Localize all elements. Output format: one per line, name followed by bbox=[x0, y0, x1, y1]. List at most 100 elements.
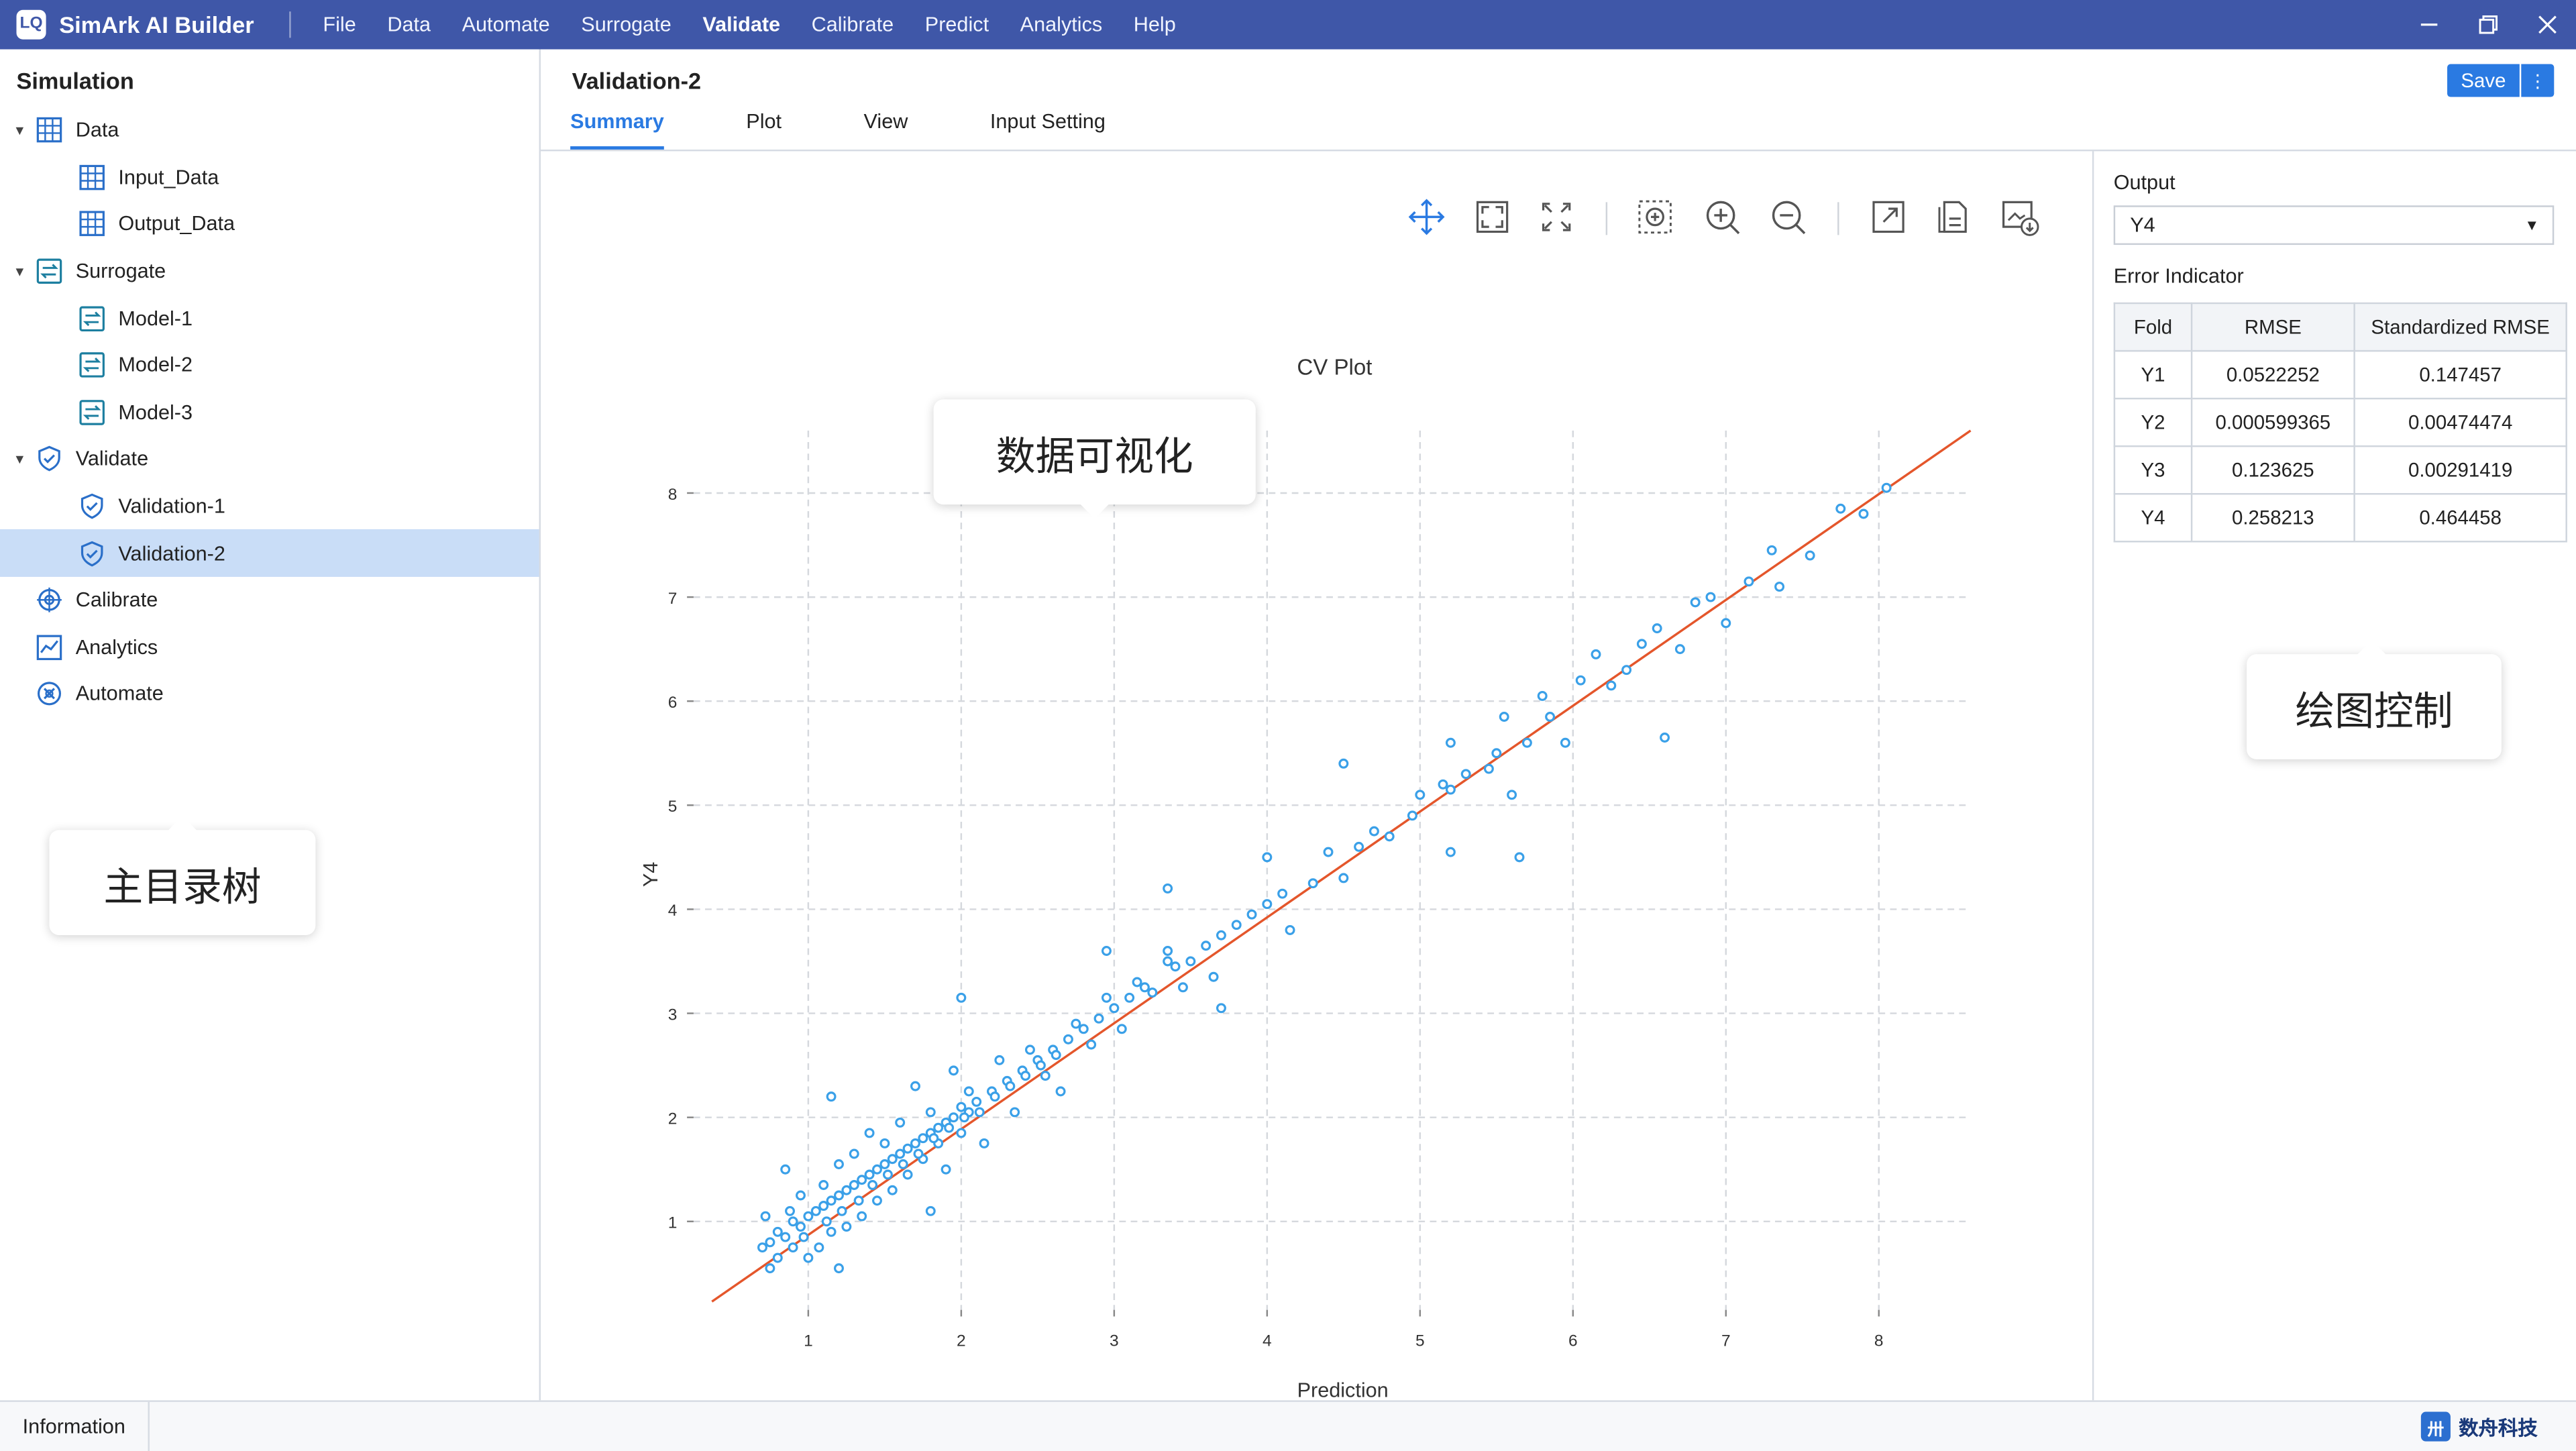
menu-divider bbox=[289, 11, 291, 38]
data-point bbox=[857, 1175, 867, 1185]
data-point bbox=[1507, 790, 1517, 800]
box-zoom-icon[interactable] bbox=[1635, 197, 1675, 237]
data-point bbox=[785, 1205, 796, 1216]
callout-main-tree: 主目录树 bbox=[49, 816, 316, 936]
save-button[interactable]: Save bbox=[2447, 64, 2520, 97]
y-tick-label: 5 bbox=[668, 798, 678, 816]
download-image-icon[interactable] bbox=[2000, 197, 2040, 237]
table-row[interactable]: Y3 0.123625 0.00291419 bbox=[2113, 445, 2567, 495]
menu-item-help[interactable]: Help bbox=[1118, 13, 1191, 36]
menu-item-data[interactable]: Data bbox=[372, 13, 446, 36]
data-point bbox=[1109, 1003, 1120, 1014]
fit-line bbox=[711, 429, 1972, 1303]
cv-plot[interactable]: 1 2 3 4 5 6 7 8 1 2 3 4 5 6 7 8 CV Plot Prediction Y4 bbox=[541, 151, 2092, 1400]
target-icon bbox=[36, 587, 62, 613]
menu-item-validate[interactable]: Validate bbox=[687, 13, 796, 36]
autoscale-icon[interactable] bbox=[1537, 197, 1576, 237]
minimize-icon[interactable] bbox=[2400, 0, 2459, 50]
menu-item-surrogate[interactable]: Surrogate bbox=[566, 13, 687, 36]
data-point bbox=[760, 1211, 771, 1222]
tab-plot[interactable]: Plot bbox=[746, 110, 782, 146]
data-point bbox=[1132, 977, 1142, 987]
data-point bbox=[1591, 649, 1601, 659]
tree-item-label: Validate bbox=[75, 447, 149, 471]
zoom-out-icon[interactable] bbox=[1768, 197, 1808, 237]
table-cell: Y1 bbox=[2113, 350, 2193, 400]
tree-item-analytics[interactable]: Analytics bbox=[0, 624, 539, 671]
tree-item-calibrate[interactable]: Calibrate bbox=[0, 577, 539, 624]
data-point bbox=[1216, 1003, 1226, 1014]
x-tick-label: 6 bbox=[1568, 1332, 1578, 1350]
data-point bbox=[1338, 873, 1349, 883]
data-point bbox=[826, 1195, 837, 1206]
company-name: 数舟科技 bbox=[2459, 1415, 2538, 1439]
tree-item-model-2[interactable]: Model-2 bbox=[0, 342, 539, 389]
save-group: Save ⋮ bbox=[2447, 64, 2555, 97]
close-icon[interactable] bbox=[2518, 0, 2576, 50]
tab-view[interactable]: View bbox=[864, 110, 908, 146]
tree-item-model-3[interactable]: Model-3 bbox=[0, 389, 539, 436]
tab-input-setting[interactable]: Input Setting bbox=[990, 110, 1106, 146]
menu-item-file[interactable]: File bbox=[307, 13, 372, 36]
data-point bbox=[834, 1190, 844, 1201]
tree-item-data[interactable]: ▼ Data bbox=[0, 107, 539, 154]
menu-item-analytics[interactable]: Analytics bbox=[1004, 13, 1118, 36]
information-tab[interactable]: Information bbox=[0, 1401, 150, 1451]
data-point bbox=[1071, 1018, 1081, 1029]
data-point bbox=[910, 1081, 920, 1091]
tree-item-validation-1[interactable]: Validation-1 bbox=[0, 483, 539, 530]
data-point bbox=[879, 1159, 890, 1169]
data-point bbox=[1460, 769, 1471, 780]
menu-item-automate[interactable]: Automate bbox=[446, 13, 566, 36]
tree-item-surrogate[interactable]: ▼ Surrogate bbox=[0, 248, 539, 294]
data-point bbox=[1262, 852, 1273, 863]
data-point bbox=[841, 1185, 852, 1195]
data-point bbox=[814, 1242, 824, 1253]
table-row[interactable]: Y4 0.258213 0.464458 bbox=[2113, 493, 2567, 543]
y-tick-label: 3 bbox=[668, 1006, 678, 1024]
data-point bbox=[818, 1201, 829, 1212]
tree-item-output-data[interactable]: Output_Data bbox=[0, 201, 539, 248]
data-point bbox=[1216, 930, 1226, 941]
restore-icon[interactable] bbox=[2459, 0, 2518, 50]
pan-icon[interactable] bbox=[1407, 197, 1446, 237]
zoom-in-icon[interactable] bbox=[1703, 197, 1742, 237]
status-bar: Information 卅 数舟科技 bbox=[0, 1400, 2576, 1451]
y-tick-label: 1 bbox=[668, 1214, 678, 1232]
data-point bbox=[1323, 847, 1334, 857]
tree-item-input-data[interactable]: Input_Data bbox=[0, 154, 539, 201]
tree-item-validation-2[interactable]: Validation-2 bbox=[0, 529, 539, 577]
table-row[interactable]: Y1 0.0522252 0.147457 bbox=[2113, 350, 2567, 400]
right-panel: Output Y4 ▼ Error Indicator Fold RMSE Stan… bbox=[2094, 151, 2576, 1400]
tree-item-label: Calibrate bbox=[75, 588, 158, 612]
export-icon[interactable] bbox=[1935, 197, 1974, 237]
data-point bbox=[887, 1154, 898, 1165]
callout-data-visualization: 数据可视化 bbox=[933, 399, 1256, 519]
tree-item-model-1[interactable]: Model-1 bbox=[0, 294, 539, 341]
caret-down-icon[interactable]: ▼ bbox=[13, 264, 30, 278]
tab-summary[interactable]: Summary bbox=[570, 110, 664, 150]
more-options-button[interactable]: ⋮ bbox=[2521, 64, 2555, 97]
data-point bbox=[948, 1112, 959, 1123]
menu-item-calibrate[interactable]: Calibrate bbox=[796, 13, 909, 36]
data-point bbox=[902, 1169, 913, 1180]
table-row[interactable]: Y2 0.000599365 0.00474474 bbox=[2113, 397, 2567, 447]
fit-icon[interactable] bbox=[1472, 197, 1512, 237]
caret-down-icon[interactable]: ▼ bbox=[13, 123, 30, 138]
menu-item-predict[interactable]: Predict bbox=[910, 13, 1005, 36]
y-axis-label: Y4 bbox=[639, 862, 662, 887]
reset-axes-icon[interactable] bbox=[1869, 197, 1909, 237]
data-point bbox=[1147, 987, 1158, 998]
output-select[interactable]: Y4 ▼ bbox=[2113, 205, 2555, 246]
table-icon bbox=[36, 117, 62, 144]
data-point bbox=[941, 1164, 951, 1175]
data-point bbox=[1483, 763, 1494, 774]
data-point bbox=[810, 1205, 821, 1216]
tree-item-validate[interactable]: ▼ Validate bbox=[0, 436, 539, 483]
data-point bbox=[765, 1263, 775, 1274]
caret-down-icon[interactable]: ▼ bbox=[13, 452, 30, 467]
tree-item-automate[interactable]: Automate bbox=[0, 671, 539, 718]
surrogate-icon bbox=[79, 352, 105, 378]
tree-item-label: Data bbox=[75, 119, 119, 142]
data-point bbox=[1020, 1071, 1031, 1081]
